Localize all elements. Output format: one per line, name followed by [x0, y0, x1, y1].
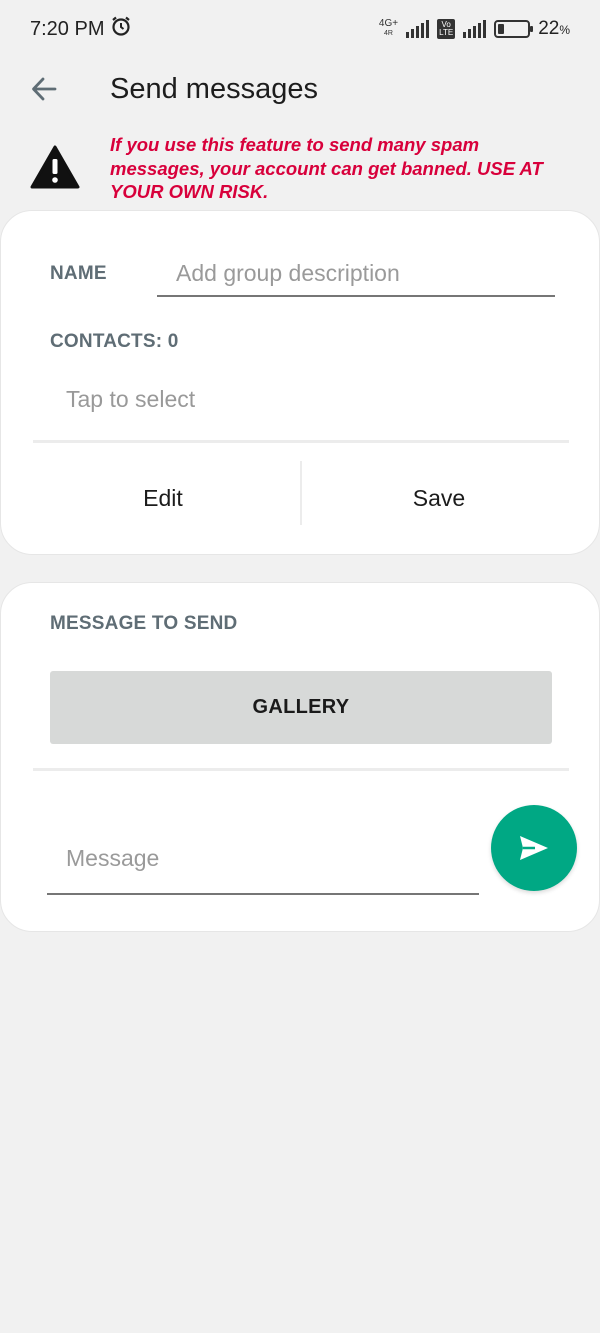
alarm-icon: [110, 15, 132, 43]
send-icon: [520, 836, 548, 860]
send-button[interactable]: [491, 805, 577, 891]
network-type-bottom: 4R: [384, 30, 393, 37]
spam-warning: If you use this feature to send many spa…: [0, 130, 600, 210]
button-divider: [300, 461, 302, 525]
group-card: NAME CONTACTS: 0 Tap to select Edit Save: [0, 210, 600, 555]
name-label: NAME: [50, 263, 107, 284]
select-contacts[interactable]: Tap to select: [66, 386, 195, 413]
status-right: 4G+ 4R Vo LTE 22%: [379, 18, 570, 40]
status-bar: 7:20 PM 4G+ 4R Vo LTE 22%: [0, 0, 600, 58]
warning-text: If you use this feature to send many spa…: [110, 134, 543, 202]
page-title: Send messages: [110, 72, 318, 105]
message-section-label: MESSAGE TO SEND: [50, 613, 238, 634]
message-input[interactable]: [47, 823, 479, 895]
battery-icon: [494, 20, 534, 38]
divider: [33, 768, 569, 771]
group-name-input[interactable]: [157, 251, 555, 297]
signal-icon-1: [406, 20, 430, 38]
contacts-label: CONTACTS: 0: [50, 331, 179, 352]
gallery-button[interactable]: GALLERY: [50, 671, 552, 744]
arrow-left-icon: [32, 77, 57, 101]
battery-percent-value: 22: [538, 18, 560, 39]
toolbar: Send messages: [0, 58, 600, 120]
edit-button[interactable]: Edit: [29, 463, 297, 533]
status-time: 7:20 PM: [30, 17, 105, 40]
warning-icon-wrap: [0, 130, 110, 210]
volte-icon: Vo LTE: [437, 19, 456, 39]
battery-fill: [498, 24, 505, 34]
warning-triangle-icon: [30, 145, 80, 189]
signal-icon-2: [463, 20, 487, 38]
network-type-top: 4G+: [378, 18, 399, 29]
battery-percent-suffix: %: [559, 23, 570, 37]
save-button[interactable]: Save: [305, 463, 573, 533]
divider: [33, 440, 569, 443]
network-type: 4G+ 4R: [379, 19, 398, 39]
back-button[interactable]: [14, 59, 74, 119]
status-left: 7:20 PM: [30, 15, 132, 43]
battery-percent: 22%: [538, 18, 570, 40]
message-card: MESSAGE TO SEND GALLERY: [0, 582, 600, 932]
volte-bottom: LTE: [439, 28, 454, 37]
